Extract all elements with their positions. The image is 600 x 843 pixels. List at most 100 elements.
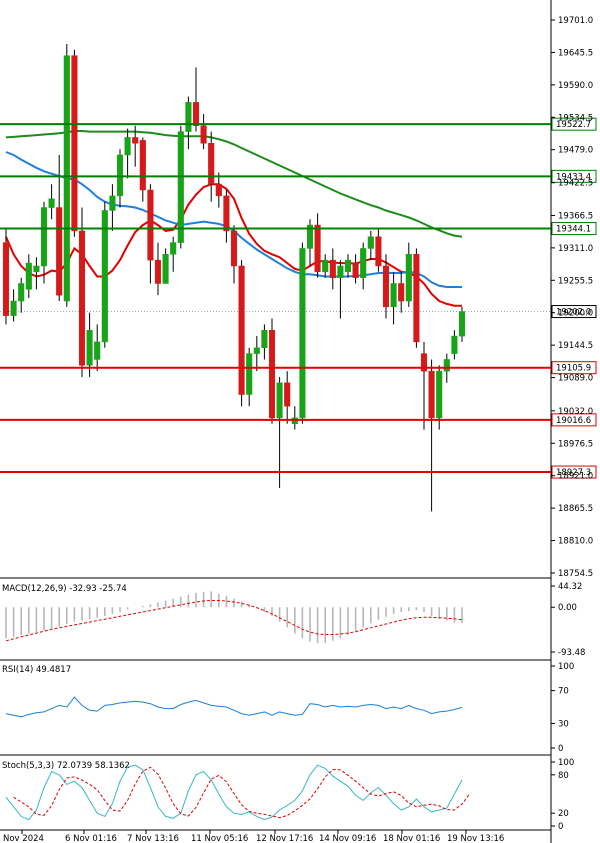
bullish-candle xyxy=(299,248,306,419)
bullish-candle xyxy=(246,353,253,395)
bullish-candle xyxy=(390,283,397,308)
time-tick-label: 12 Nov 17:16 xyxy=(256,834,313,843)
bullish-candle xyxy=(261,329,268,349)
bullish-candle xyxy=(124,137,131,156)
macd-tick-label: -93.48 xyxy=(558,648,585,658)
price-tick-label: 19422.5 xyxy=(558,179,593,189)
time-tick-label: Nov 2024 xyxy=(3,834,44,843)
price-tick-label: 19255.5 xyxy=(558,276,593,286)
macd-tick-label: 0.00 xyxy=(558,603,577,613)
bullish-candle xyxy=(162,254,169,284)
price-tick-label: 19590.0 xyxy=(558,81,593,91)
price-tick-label: 19366.5 xyxy=(558,211,593,221)
bullish-candle xyxy=(170,242,177,255)
bearish-candle xyxy=(375,236,382,267)
price-tick-label: 19144.5 xyxy=(558,341,593,351)
bullish-candle xyxy=(344,259,352,273)
bullish-candle xyxy=(253,347,260,354)
price-tick-label: 19645.5 xyxy=(558,48,593,58)
bullish-candle xyxy=(405,254,412,302)
bearish-candle xyxy=(413,254,420,343)
price-tick-label: 18865.5 xyxy=(558,504,593,514)
bullish-candle xyxy=(367,236,374,249)
bullish-candle xyxy=(185,102,192,132)
stoch-tick-label: 20 xyxy=(558,809,569,819)
bearish-candle xyxy=(238,265,245,395)
rsi-tick-label: 100 xyxy=(558,662,574,672)
bearish-candle xyxy=(200,125,207,144)
level-label: 19105.9 xyxy=(556,364,591,374)
level-label: 19344.1 xyxy=(556,225,591,235)
bullish-candle xyxy=(48,198,55,208)
price-tick-label: 18754.5 xyxy=(558,569,593,579)
bullish-candle xyxy=(436,370,443,419)
rsi-tick-label: 30 xyxy=(558,719,569,729)
bullish-candle xyxy=(18,283,25,302)
bullish-candle xyxy=(25,262,32,290)
bullish-candle xyxy=(177,131,184,243)
time-tick-label: 7 Nov 13:16 xyxy=(127,834,179,843)
bullish-candle xyxy=(63,55,70,302)
price-tick-label: 18921.0 xyxy=(558,472,593,482)
bearish-candle xyxy=(2,242,10,316)
bearish-candle xyxy=(382,265,390,308)
bearish-candle xyxy=(223,195,230,232)
price-tick-label: 19479.0 xyxy=(558,146,593,156)
time-tick-label: 18 Nov 01:16 xyxy=(383,834,440,843)
bullish-candle xyxy=(40,207,48,267)
bearish-candle xyxy=(352,262,359,278)
bullish-candle xyxy=(94,341,101,360)
bearish-candle xyxy=(215,183,222,197)
bearish-candle xyxy=(132,137,139,144)
time-tick-label: 6 Nov 01:16 xyxy=(65,834,117,843)
bearish-candle xyxy=(147,189,154,261)
stoch-tick-label: 100 xyxy=(558,758,574,768)
bearish-candle xyxy=(268,329,276,419)
bearish-candle xyxy=(139,140,146,191)
price-tick-label: 18976.5 xyxy=(558,439,593,449)
bearish-candle xyxy=(71,55,78,232)
price-tick-label: 19534.5 xyxy=(558,113,593,123)
rsi-tick-label: 70 xyxy=(558,687,569,697)
bearish-candle xyxy=(329,259,336,278)
bearish-candle xyxy=(154,259,162,284)
bullish-candle xyxy=(337,265,344,278)
stoch-title: Stoch(5,3,3) 72.0739 58.1362 xyxy=(2,761,130,771)
bearish-candle xyxy=(314,224,321,273)
time-tick-label: 19 Nov 13:16 xyxy=(447,834,504,843)
bearish-candle xyxy=(78,230,86,366)
stoch-tick-label: 0 xyxy=(558,822,563,832)
rsi-title: RSI(14) 49.4817 xyxy=(2,665,71,675)
macd-tick-label: 44.32 xyxy=(558,582,582,592)
rsi-tick-label: 0 xyxy=(558,744,563,754)
stoch-tick-label: 80 xyxy=(558,771,569,781)
bearish-candle xyxy=(428,370,435,419)
level-label: 19016.6 xyxy=(556,416,591,426)
bearish-candle xyxy=(284,382,291,407)
bullish-candle xyxy=(443,359,450,372)
bullish-candle xyxy=(109,195,116,211)
time-tick-label: 11 Nov 05:16 xyxy=(191,834,248,843)
price-tick-label: 19701.0 xyxy=(558,16,593,26)
bullish-candle xyxy=(360,248,367,278)
price-tick-label: 18810.0 xyxy=(558,537,593,547)
bullish-candle xyxy=(86,329,93,366)
bullish-candle xyxy=(276,382,283,419)
bearish-candle xyxy=(192,102,200,127)
bearish-candle xyxy=(398,283,405,302)
bullish-candle xyxy=(458,311,466,337)
bearish-candle xyxy=(208,143,215,185)
bullish-candle xyxy=(10,300,17,316)
bearish-candle xyxy=(230,230,238,267)
price-tick-label: 19311.0 xyxy=(558,244,593,254)
price-tick-label: 19032.0 xyxy=(558,407,593,417)
bullish-candle xyxy=(451,335,458,354)
time-tick-label: 14 Nov 09:16 xyxy=(319,834,376,843)
bullish-candle xyxy=(33,265,40,273)
price-tick-label: 19200.0 xyxy=(558,309,593,319)
bearish-candle xyxy=(56,207,63,296)
macd-title: MACD(12,26,9) -32.93 -25.74 xyxy=(2,584,127,594)
bullish-candle xyxy=(322,259,329,273)
price-tick-label: 19089.0 xyxy=(558,374,593,384)
trading-chart: 19522.719433.419344.119105.919016.618927… xyxy=(0,0,600,843)
